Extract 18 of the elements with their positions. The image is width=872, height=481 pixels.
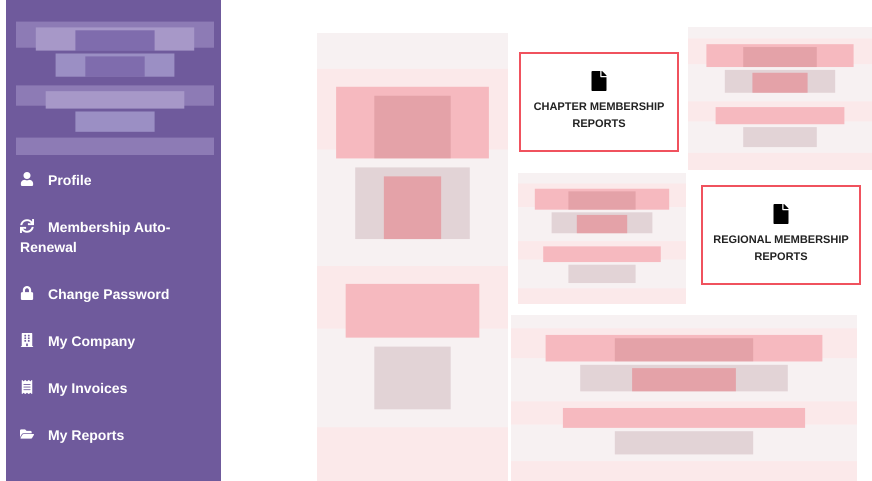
document-icon [773, 204, 789, 224]
sidebar-item[interactable]: Change Password [20, 284, 213, 304]
sidebar-item[interactable]: My Company [20, 331, 213, 351]
sidebar-item[interactable]: Profile [20, 170, 213, 190]
sidebar-item[interactable]: My Invoices [20, 378, 213, 398]
sidebar-item[interactable]: Membership Auto-Renewal [20, 217, 213, 257]
building-icon [20, 333, 34, 347]
document-icon [591, 71, 607, 91]
sidebar-item[interactable]: My Reports [20, 425, 213, 445]
report-card[interactable]: REGIONAL MEMBERSHIP REPORTS [701, 185, 861, 285]
lock-icon [20, 286, 34, 300]
receipt-icon [20, 380, 34, 394]
refresh-icon [20, 219, 34, 233]
card-title: REGIONAL MEMBERSHIP REPORTS [712, 233, 850, 265]
card-title: CHAPTER MEMBERSHIP REPORTS [532, 100, 666, 132]
user-icon [20, 172, 34, 186]
report-card[interactable]: CHAPTER MEMBERSHIP REPORTS [519, 52, 679, 152]
folder-icon [20, 427, 34, 441]
